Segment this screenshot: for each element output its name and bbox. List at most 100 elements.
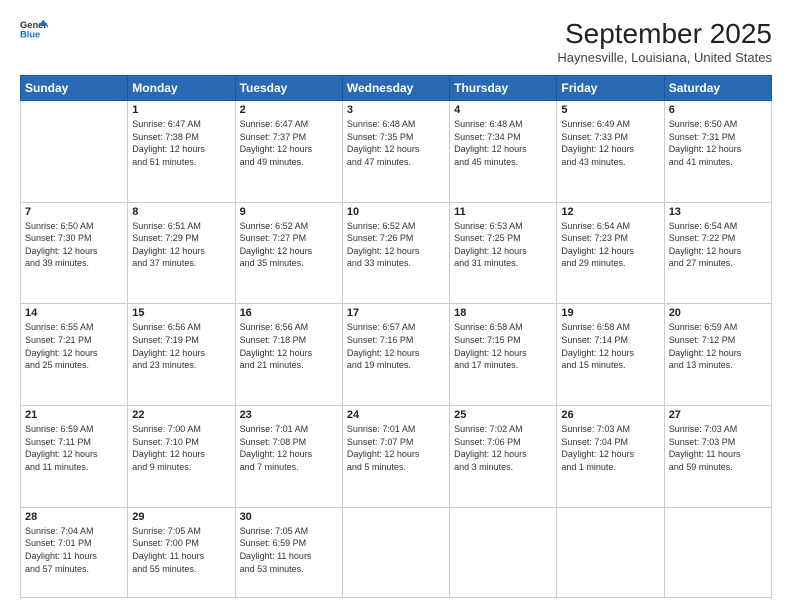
- header-saturday: Saturday: [664, 76, 771, 101]
- day-number: 17: [347, 307, 445, 319]
- day-number: 25: [454, 409, 552, 421]
- day-info: Sunrise: 7:03 AM Sunset: 7:04 PM Dayligh…: [561, 423, 659, 473]
- calendar-cell: 28Sunrise: 7:04 AM Sunset: 7:01 PM Dayli…: [21, 507, 128, 597]
- header-thursday: Thursday: [450, 76, 557, 101]
- day-number: 3: [347, 104, 445, 116]
- calendar-cell: 29 Sunrise: 7:05 AM Sunset: 7:00 PM Dayli…: [128, 507, 235, 597]
- day-number: 18: [454, 307, 552, 319]
- day-number: 21: [25, 409, 123, 421]
- day-number: 1: [132, 104, 230, 116]
- day-info: Sunrise: 6:59 AM Sunset: 7:11 PM Dayligh…: [25, 423, 123, 473]
- day-info: Sunrise: 7:05 AM Sunset: 6:59 PM Dayligh…: [240, 525, 338, 575]
- day-number: 16: [240, 307, 338, 319]
- day-info: Sunrise: 6:57 AM Sunset: 7:16 PM Dayligh…: [347, 321, 445, 371]
- day-info: Sunrise: 6:50 AM Sunset: 7:30 PM Dayligh…: [25, 220, 123, 270]
- calendar-cell: 10 Sunrise: 6:52 AM Sunset: 7:26 PM Dayli…: [342, 202, 449, 304]
- calendar-cell: 21 Sunrise: 6:59 AM Sunset: 7:11 PM Dayli…: [21, 406, 128, 508]
- day-info: Sunrise: 6:50 AM Sunset: 7:31 PM Dayligh…: [669, 118, 767, 168]
- logo: GeneralBlue: [20, 18, 48, 40]
- day-number: 11: [454, 206, 552, 218]
- title-block: September 2025 Haynesville, Louisiana, U…: [557, 18, 772, 65]
- day-number: 12: [561, 206, 659, 218]
- day-number: 9: [240, 206, 338, 218]
- calendar-cell: 5Sunrise: 6:49 AM Sunset: 7:33 PM Daylig…: [557, 101, 664, 203]
- calendar-cell: 2 Sunrise: 6:47 AM Sunset: 7:37 PM Daylig…: [235, 101, 342, 203]
- weekday-header-row: Sunday Monday Tuesday Wednesday Thursday…: [21, 76, 772, 101]
- calendar-cell: 6 Sunrise: 6:50 AM Sunset: 7:31 PM Daylig…: [664, 101, 771, 203]
- calendar-cell: 17 Sunrise: 6:57 AM Sunset: 7:16 PM Dayli…: [342, 304, 449, 406]
- calendar-cell: 30Sunrise: 7:05 AM Sunset: 6:59 PM Dayli…: [235, 507, 342, 597]
- calendar-cell: 19 Sunrise: 6:58 AM Sunset: 7:14 PM Dayli…: [557, 304, 664, 406]
- calendar-week-row-3: 14 Sunrise: 6:55 AM Sunset: 7:21 PM Dayli…: [21, 304, 772, 406]
- calendar-cell: 7 Sunrise: 6:50 AM Sunset: 7:30 PM Daylig…: [21, 202, 128, 304]
- day-info: Sunrise: 6:52 AM Sunset: 7:26 PM Dayligh…: [347, 220, 445, 270]
- month-title: September 2025: [557, 18, 772, 50]
- logo-icon: GeneralBlue: [20, 18, 48, 40]
- calendar-cell: 9Sunrise: 6:52 AM Sunset: 7:27 PM Daylig…: [235, 202, 342, 304]
- calendar-cell: 27 Sunrise: 7:03 AM Sunset: 7:03 PM Dayli…: [664, 406, 771, 508]
- header-sunday: Sunday: [21, 76, 128, 101]
- calendar-cell: [342, 507, 449, 597]
- calendar-cell: 3 Sunrise: 6:48 AM Sunset: 7:35 PM Daylig…: [342, 101, 449, 203]
- day-number: 2: [240, 104, 338, 116]
- day-info: Sunrise: 7:01 AM Sunset: 7:07 PM Dayligh…: [347, 423, 445, 473]
- day-number: 6: [669, 104, 767, 116]
- calendar-cell: 16 Sunrise: 6:56 AM Sunset: 7:18 PM Dayli…: [235, 304, 342, 406]
- calendar-cell: [21, 101, 128, 203]
- day-info: Sunrise: 6:49 AM Sunset: 7:33 PM Dayligh…: [561, 118, 659, 168]
- calendar-cell: 20Sunrise: 6:59 AM Sunset: 7:12 PM Dayli…: [664, 304, 771, 406]
- day-info: Sunrise: 6:56 AM Sunset: 7:18 PM Dayligh…: [240, 321, 338, 371]
- day-info: Sunrise: 6:48 AM Sunset: 7:35 PM Dayligh…: [347, 118, 445, 168]
- calendar-week-row-5: 28Sunrise: 7:04 AM Sunset: 7:01 PM Dayli…: [21, 507, 772, 597]
- day-info: Sunrise: 7:02 AM Sunset: 7:06 PM Dayligh…: [454, 423, 552, 473]
- day-number: 23: [240, 409, 338, 421]
- calendar-cell: 13 Sunrise: 6:54 AM Sunset: 7:22 PM Dayli…: [664, 202, 771, 304]
- day-number: 26: [561, 409, 659, 421]
- day-info: Sunrise: 6:54 AM Sunset: 7:22 PM Dayligh…: [669, 220, 767, 270]
- day-info: Sunrise: 7:03 AM Sunset: 7:03 PM Dayligh…: [669, 423, 767, 473]
- calendar-cell: 12 Sunrise: 6:54 AM Sunset: 7:23 PM Dayli…: [557, 202, 664, 304]
- day-number: 10: [347, 206, 445, 218]
- day-info: Sunrise: 6:47 AM Sunset: 7:38 PM Dayligh…: [132, 118, 230, 168]
- day-number: 13: [669, 206, 767, 218]
- day-number: 4: [454, 104, 552, 116]
- calendar-cell: [557, 507, 664, 597]
- header-tuesday: Tuesday: [235, 76, 342, 101]
- header-friday: Friday: [557, 76, 664, 101]
- day-info: Sunrise: 6:47 AM Sunset: 7:37 PM Dayligh…: [240, 118, 338, 168]
- calendar-table: Sunday Monday Tuesday Wednesday Thursday…: [20, 75, 772, 598]
- day-info: Sunrise: 6:48 AM Sunset: 7:34 PM Dayligh…: [454, 118, 552, 168]
- day-number: 27: [669, 409, 767, 421]
- calendar-week-row-2: 7 Sunrise: 6:50 AM Sunset: 7:30 PM Daylig…: [21, 202, 772, 304]
- day-info: Sunrise: 6:56 AM Sunset: 7:19 PM Dayligh…: [132, 321, 230, 371]
- calendar-cell: 22Sunrise: 7:00 AM Sunset: 7:10 PM Dayli…: [128, 406, 235, 508]
- calendar-cell: 14 Sunrise: 6:55 AM Sunset: 7:21 PM Dayli…: [21, 304, 128, 406]
- day-number: 8: [132, 206, 230, 218]
- day-info: Sunrise: 6:58 AM Sunset: 7:14 PM Dayligh…: [561, 321, 659, 371]
- location: Haynesville, Louisiana, United States: [557, 50, 772, 65]
- calendar-cell: 23 Sunrise: 7:01 AM Sunset: 7:08 PM Dayli…: [235, 406, 342, 508]
- day-info: Sunrise: 7:05 AM Sunset: 7:00 PM Dayligh…: [132, 525, 230, 575]
- day-number: 15: [132, 307, 230, 319]
- day-info: Sunrise: 6:54 AM Sunset: 7:23 PM Dayligh…: [561, 220, 659, 270]
- calendar-cell: 4 Sunrise: 6:48 AM Sunset: 7:34 PM Daylig…: [450, 101, 557, 203]
- day-number: 28: [25, 511, 123, 523]
- day-number: 29: [132, 511, 230, 523]
- day-info: Sunrise: 6:53 AM Sunset: 7:25 PM Dayligh…: [454, 220, 552, 270]
- calendar-cell: 8 Sunrise: 6:51 AM Sunset: 7:29 PM Daylig…: [128, 202, 235, 304]
- day-info: Sunrise: 6:51 AM Sunset: 7:29 PM Dayligh…: [132, 220, 230, 270]
- day-info: Sunrise: 7:01 AM Sunset: 7:08 PM Dayligh…: [240, 423, 338, 473]
- header-wednesday: Wednesday: [342, 76, 449, 101]
- day-info: Sunrise: 7:00 AM Sunset: 7:10 PM Dayligh…: [132, 423, 230, 473]
- calendar-cell: 24 Sunrise: 7:01 AM Sunset: 7:07 PM Dayli…: [342, 406, 449, 508]
- day-info: Sunrise: 6:55 AM Sunset: 7:21 PM Dayligh…: [25, 321, 123, 371]
- day-number: 20: [669, 307, 767, 319]
- day-info: Sunrise: 6:58 AM Sunset: 7:15 PM Dayligh…: [454, 321, 552, 371]
- svg-text:Blue: Blue: [20, 30, 40, 40]
- calendar-cell: 26 Sunrise: 7:03 AM Sunset: 7:04 PM Dayli…: [557, 406, 664, 508]
- day-number: 24: [347, 409, 445, 421]
- day-number: 14: [25, 307, 123, 319]
- day-number: 7: [25, 206, 123, 218]
- calendar-page: GeneralBlue September 2025 Haynesville, …: [0, 0, 792, 612]
- day-number: 19: [561, 307, 659, 319]
